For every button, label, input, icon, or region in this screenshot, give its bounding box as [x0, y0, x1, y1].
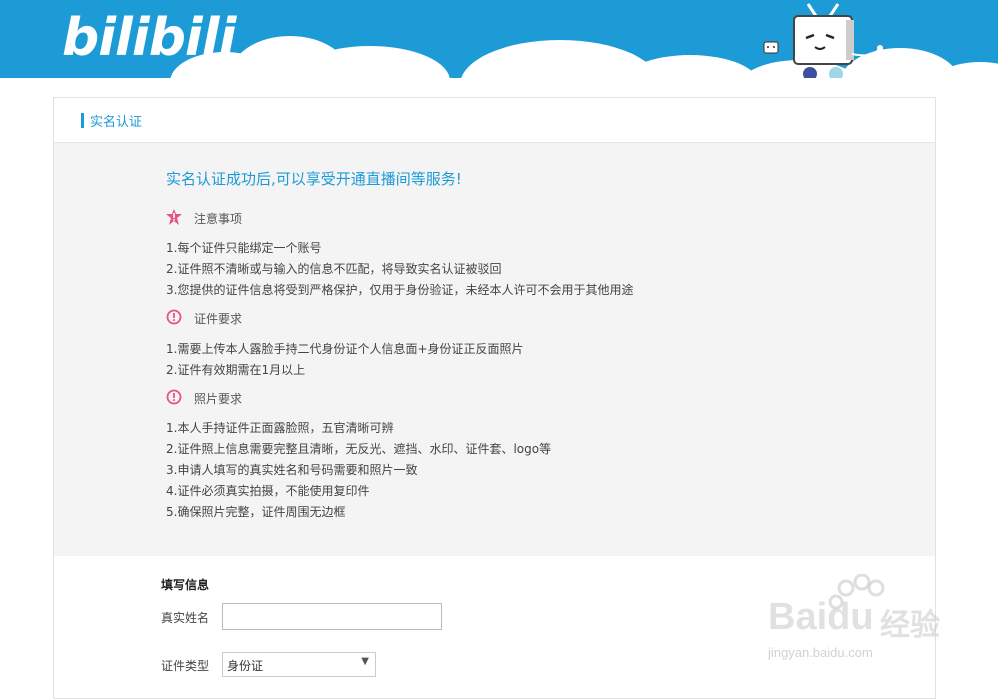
notice-line: 4.证件必须真实拍摄，不能使用复印件 — [166, 484, 370, 498]
notice-line: 1.需要上传本人露脸手持二代身份证个人信息面+身份证正反面照片 — [166, 342, 524, 356]
section-title-id-requirements: 证件要求 — [194, 312, 243, 326]
exclamation-circle-icon — [166, 309, 182, 325]
watermark-url: jingyan.baidu.com — [768, 645, 873, 660]
notice-line: 1.本人手持证件正面露脸照，五官清晰可辨 — [166, 421, 394, 435]
site-header: bilibili — [0, 0, 998, 78]
notice-line: 1.每个证件只能绑定一个账号 — [166, 241, 322, 255]
tv-mascot-icon — [763, 3, 883, 78]
section-title-photo-requirements: 照片要求 — [194, 392, 243, 406]
real-name-input[interactable] — [222, 603, 442, 630]
id-type-select[interactable]: 身份证 ▼ — [222, 652, 376, 677]
notice-line: 5.确保照片完整，证件周围无边框 — [166, 505, 346, 519]
notice-line: 2.证件照不清晰或与输入的信息不匹配，将导致实名认证被驳回 — [166, 262, 502, 276]
panel-title: 实名认证 — [90, 115, 143, 130]
notice-line: 2.证件有效期需在1月以上 — [166, 363, 306, 377]
notice-line: 3.申请人填写的真实姓名和号码需要和照片一致 — [166, 463, 418, 477]
warning-star-icon — [166, 209, 182, 225]
notice-area: 实名认证成功后,可以享受开通直播间等服务! 注意事项 1.每个证件只能绑定一个账… — [54, 143, 935, 556]
watermark-cn: 经验 — [880, 608, 940, 643]
id-type-value: 身份证 — [227, 659, 264, 673]
exclamation-circle-icon — [166, 389, 182, 405]
title-accent-bar — [81, 113, 84, 128]
section-title-notes: 注意事项 — [194, 212, 243, 226]
bilibili-logo[interactable]: bilibili — [62, 8, 236, 68]
watermark-brand: Baidu — [768, 596, 874, 638]
notice-line: 2.证件照上信息需要完整且清晰，无反光、遮挡、水印、证件套、logo等 — [166, 442, 552, 456]
form-heading: 填写信息 — [161, 578, 210, 592]
dropdown-arrow-icon: ▼ — [361, 656, 369, 667]
notice-headline: 实名认证成功后,可以享受开通直播间等服务! — [166, 170, 462, 188]
panel-header: 实名认证 — [54, 98, 935, 143]
notice-line: 3.您提供的证件信息将受到严格保护，仅用于身份验证，未经本人许可不会用于其他用途 — [166, 283, 634, 297]
id-type-label: 证件类型 — [161, 659, 210, 673]
real-name-label: 真实姓名 — [161, 611, 210, 625]
